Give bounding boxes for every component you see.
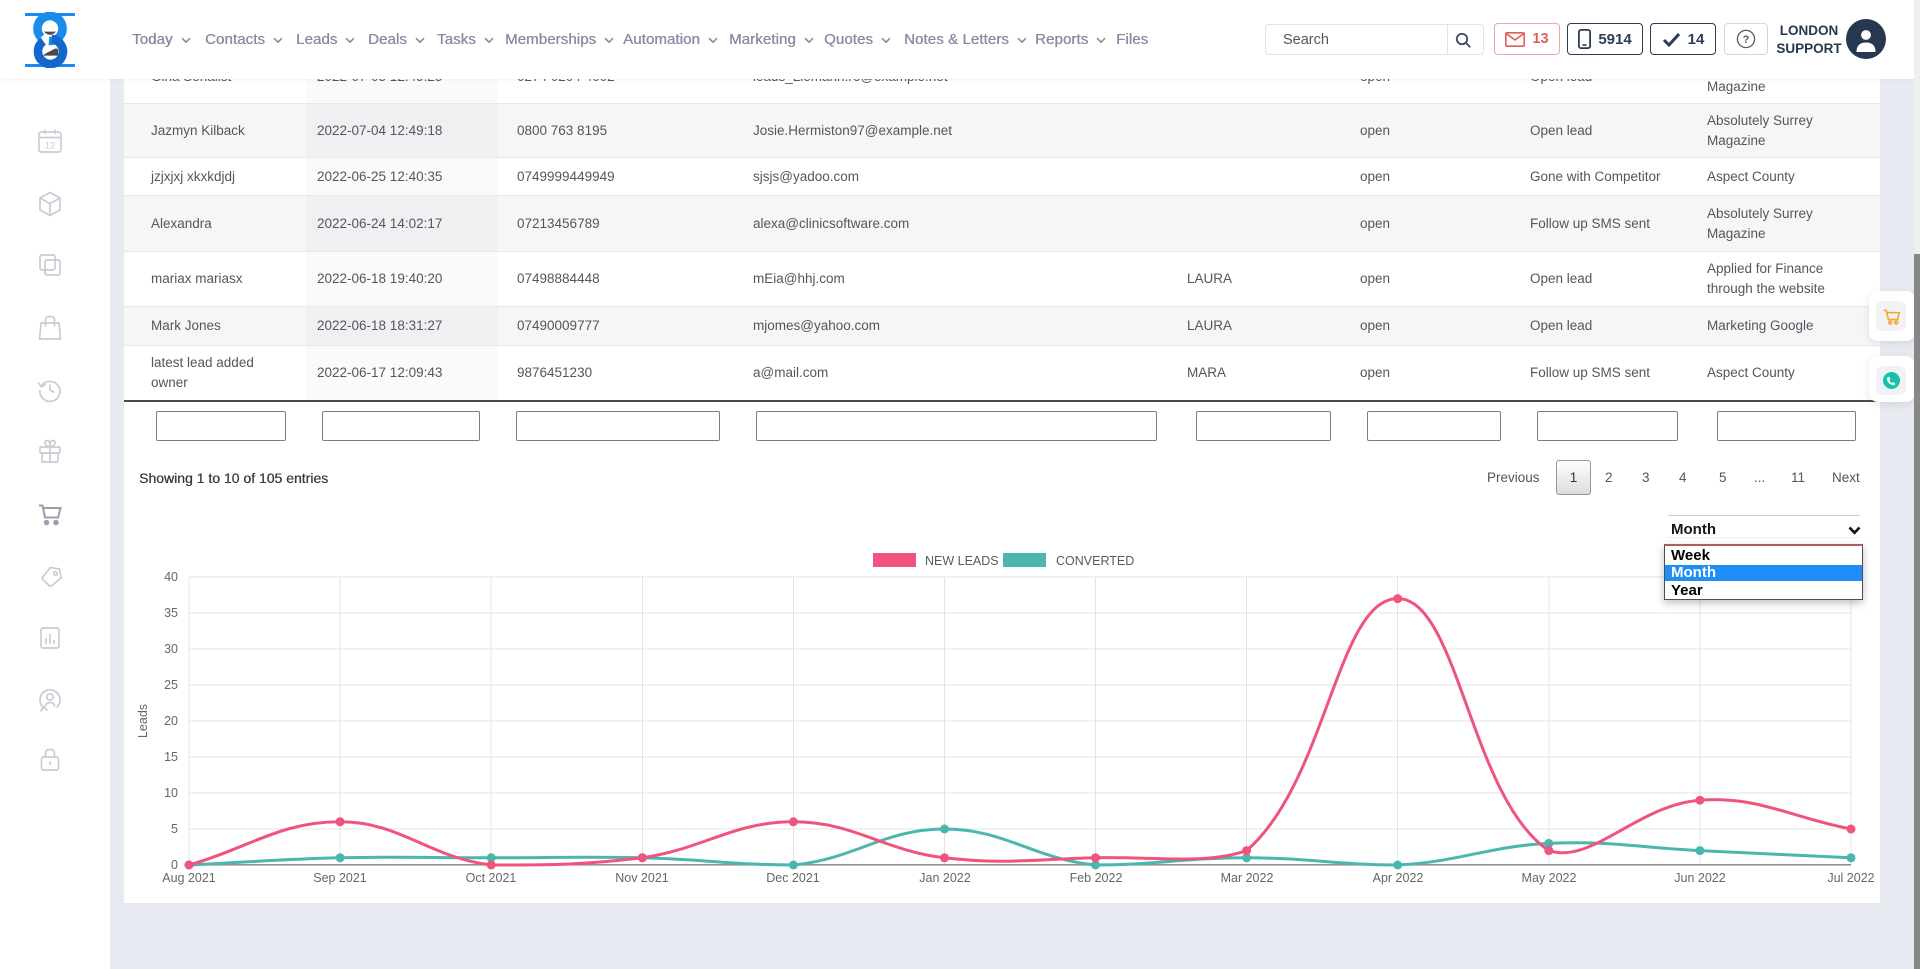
svg-text:Oct 2021: Oct 2021 bbox=[466, 871, 517, 885]
svg-text:Sep 2021: Sep 2021 bbox=[313, 871, 367, 885]
svg-text:20: 20 bbox=[164, 714, 178, 728]
svg-text:?: ? bbox=[1743, 34, 1750, 46]
svg-text:Jan 2022: Jan 2022 bbox=[919, 871, 970, 885]
svg-text:May 2022: May 2022 bbox=[1522, 871, 1577, 885]
svg-text:Jun 2022: Jun 2022 bbox=[1674, 871, 1725, 885]
svg-text:Nov 2021: Nov 2021 bbox=[615, 871, 669, 885]
svg-text:CONVERTED: CONVERTED bbox=[1056, 554, 1134, 568]
svg-text:5: 5 bbox=[171, 822, 178, 836]
svg-text:NEW LEADS: NEW LEADS bbox=[925, 554, 999, 568]
svg-text:Feb 2022: Feb 2022 bbox=[1070, 871, 1123, 885]
svg-text:Dec 2021: Dec 2021 bbox=[766, 871, 820, 885]
svg-text:35: 35 bbox=[164, 606, 178, 620]
svg-text:Mar 2022: Mar 2022 bbox=[1221, 871, 1274, 885]
svg-text:Aug 2021: Aug 2021 bbox=[162, 871, 216, 885]
svg-text:40: 40 bbox=[164, 570, 178, 584]
svg-text:25: 25 bbox=[164, 678, 178, 692]
svg-text:Jul 2022: Jul 2022 bbox=[1827, 871, 1874, 885]
svg-text:0: 0 bbox=[171, 858, 178, 872]
svg-text:Apr 2022: Apr 2022 bbox=[1373, 871, 1424, 885]
svg-text:12: 12 bbox=[45, 141, 55, 151]
svg-text:10: 10 bbox=[164, 786, 178, 800]
svg-text:Leads: Leads bbox=[136, 704, 150, 738]
svg-text:30: 30 bbox=[164, 642, 178, 656]
svg-text:15: 15 bbox=[164, 750, 178, 764]
